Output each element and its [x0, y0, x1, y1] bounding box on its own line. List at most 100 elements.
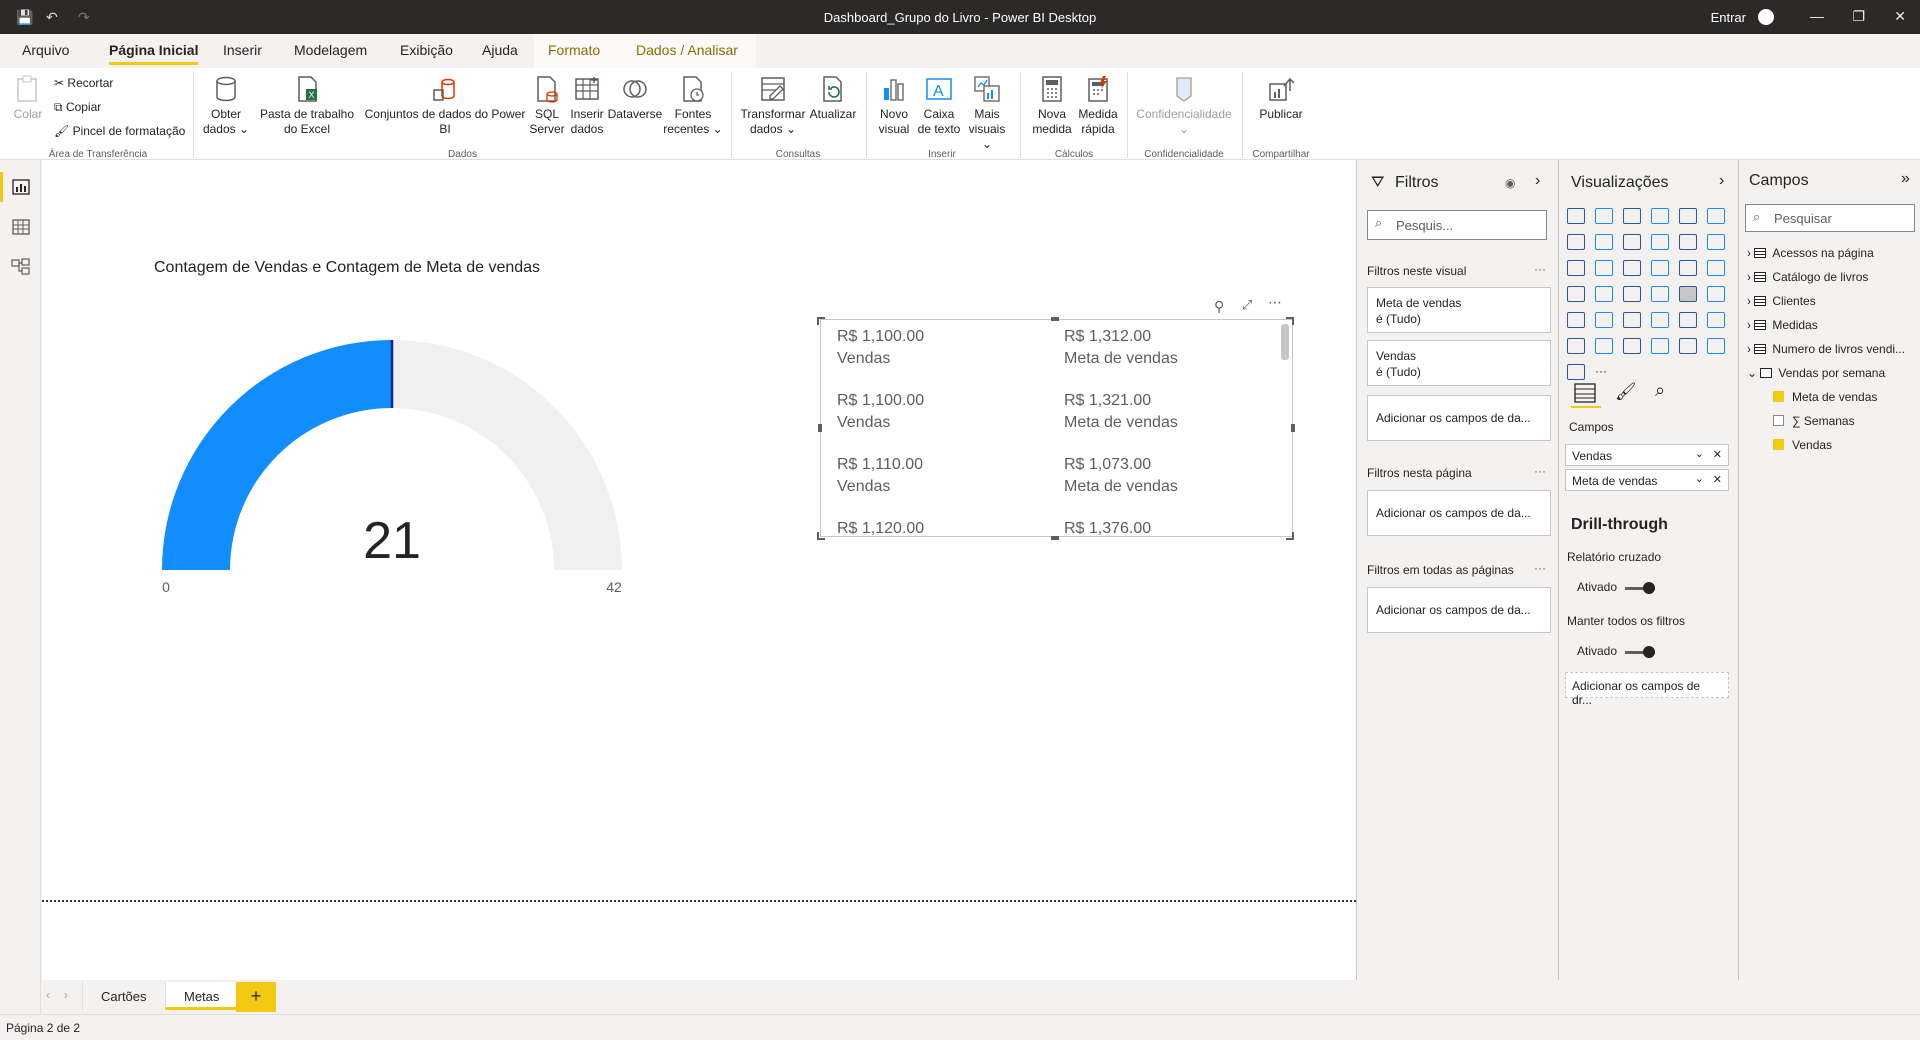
paint-roller-icon[interactable]: 🖌 — [1615, 382, 1637, 402]
line-chart-icon[interactable] — [1567, 234, 1585, 250]
resize-handle[interactable] — [1051, 317, 1059, 321]
tab-inserir[interactable]: Inserir — [223, 42, 262, 58]
line-column-icon[interactable] — [1651, 234, 1669, 250]
tab-arquivo[interactable]: Arquivo — [22, 42, 69, 58]
table-icon[interactable] — [1595, 312, 1613, 328]
transform-data-button[interactable]: Transformar dados ⌄ — [738, 74, 808, 137]
new-measure-button[interactable]: Nova medida — [1028, 74, 1076, 137]
filter-icon[interactable]: ⚲ — [1214, 298, 1224, 315]
field-meta-de-vendas[interactable]: Meta de vendas — [1773, 390, 1920, 404]
table-catalogo-de-livros[interactable]: › Catálogo de livros — [1747, 270, 1919, 284]
collapse-icon[interactable]: » — [1901, 170, 1910, 188]
decomposition-tree-icon[interactable] — [1567, 338, 1585, 354]
eye-icon[interactable]: ◉ — [1505, 176, 1515, 190]
more-options-icon[interactable]: ··· — [1534, 262, 1546, 276]
tab-dados-analisar[interactable]: Dados / Analisar — [636, 42, 738, 58]
resize-handle[interactable] — [817, 532, 825, 540]
100-bar-icon[interactable] — [1679, 208, 1697, 224]
resize-handle[interactable] — [818, 424, 822, 432]
stacked-bar-icon[interactable] — [1567, 208, 1585, 224]
card-icon[interactable] — [1651, 286, 1669, 302]
collapse-icon[interactable]: › — [1535, 172, 1540, 190]
avatar[interactable] — [1758, 9, 1774, 25]
checkbox[interactable] — [1773, 415, 1784, 426]
fields-well-icon[interactable] — [1573, 382, 1597, 404]
sql-server-button[interactable]: SQL Server — [527, 74, 567, 137]
data-view-icon[interactable] — [11, 218, 31, 236]
sensitivity-button[interactable]: Confidencialidade ⌄ — [1134, 74, 1234, 137]
ribbon-chart-icon[interactable] — [1707, 234, 1725, 250]
map-icon[interactable] — [1567, 286, 1585, 302]
power-automate-icon[interactable] — [1707, 338, 1725, 354]
report-canvas[interactable]: Contagem de Vendas e Contagem de Meta de… — [42, 160, 1356, 980]
focus-mode-icon[interactable]: ⤢ — [1242, 297, 1252, 313]
clustered-column-icon[interactable] — [1651, 208, 1669, 224]
stacked-area-icon[interactable] — [1623, 234, 1641, 250]
area-chart-icon[interactable] — [1595, 234, 1613, 250]
chevron-down-icon[interactable]: ⌄ — [1695, 447, 1704, 460]
r-visual-icon[interactable] — [1651, 312, 1669, 328]
tab-exibicao[interactable]: Exibição — [400, 42, 453, 58]
table-medidas[interactable]: › Medidas — [1747, 318, 1919, 332]
text-box-button[interactable]: A Caixa de texto — [916, 74, 962, 137]
stacked-column-icon[interactable] — [1595, 208, 1613, 224]
table-vendas-por-semana[interactable]: ⌄ Vendas por semana — [1747, 366, 1919, 380]
copy-button[interactable]: ⧉ Copiar — [54, 100, 101, 115]
power-apps-icon[interactable] — [1679, 338, 1697, 354]
field-vendas[interactable]: Vendas — [1773, 438, 1920, 452]
cut-button[interactable]: ✂ Recortar — [54, 76, 113, 90]
page-tab-metas[interactable]: Metas — [165, 982, 239, 1010]
dataverse-button[interactable]: Dataverse — [607, 74, 663, 122]
refresh-button[interactable]: Atualizar — [808, 74, 858, 122]
checkbox[interactable] — [1773, 439, 1784, 450]
multi-row-card-icon[interactable] — [1679, 286, 1697, 302]
quick-measure-button[interactable]: Medida rápida — [1076, 74, 1120, 137]
prev-page-icon[interactable]: ‹ — [46, 988, 50, 1002]
fields-search-input[interactable]: Pesquisar — [1745, 204, 1915, 232]
excel-button[interactable]: X Pasta de trabalho do Excel — [252, 74, 362, 137]
keep-filters-toggle[interactable] — [1625, 646, 1655, 658]
enter-data-button[interactable]: Inserir dados — [567, 74, 607, 137]
filter-card-meta-de-vendas[interactable]: Meta de vendas é (Tudo) — [1367, 287, 1551, 333]
treemap-icon[interactable] — [1707, 260, 1725, 276]
collapse-icon[interactable]: › — [1719, 172, 1724, 190]
table-clientes[interactable]: › Clientes — [1747, 294, 1919, 308]
more-options-icon[interactable]: ··· — [1534, 561, 1546, 575]
more-options-icon[interactable]: ⋯ — [1268, 294, 1282, 311]
table-acessos-na-pagina[interactable]: › Acessos na página — [1747, 246, 1919, 260]
publish-button[interactable]: Publicar — [1250, 74, 1312, 122]
filled-map-icon[interactable] — [1595, 286, 1613, 302]
add-page-button[interactable]: + — [236, 982, 276, 1012]
slicer-icon[interactable] — [1567, 312, 1585, 328]
pie-icon[interactable] — [1651, 260, 1669, 276]
model-view-icon[interactable] — [11, 258, 31, 276]
more-options-icon[interactable]: ··· — [1534, 464, 1546, 478]
report-view-icon[interactable] — [11, 178, 31, 196]
matrix-icon[interactable] — [1623, 312, 1641, 328]
field-well-meta-de-vendas[interactable]: Meta de vendas ⌄ ✕ — [1565, 469, 1729, 491]
key-influencers-icon[interactable] — [1707, 312, 1725, 328]
restore-icon[interactable]: ❐ — [1852, 8, 1865, 25]
close-icon[interactable]: ✕ — [1894, 8, 1906, 25]
add-visual-filter-field[interactable]: Adicionar os campos de da... — [1367, 395, 1551, 441]
tab-ajuda[interactable]: Ajuda — [482, 42, 518, 58]
gauge-icon[interactable] — [1623, 286, 1641, 302]
minimize-icon[interactable]: — — [1810, 8, 1824, 24]
resize-handle[interactable] — [1051, 536, 1059, 540]
donut-icon[interactable] — [1679, 260, 1697, 276]
multi-row-card[interactable]: R$ 1,100.00 Vendas R$ 1,312.00 Meta de v… — [820, 319, 1293, 537]
checkbox[interactable] — [1773, 391, 1784, 402]
filter-card-vendas[interactable]: Vendas é (Tudo) — [1367, 340, 1551, 386]
resize-handle[interactable] — [1286, 532, 1294, 540]
format-painter-button[interactable]: 🖌 Pincel de formatação — [54, 124, 185, 138]
more-visuals-icon[interactable]: ··· — [1595, 364, 1613, 380]
new-visual-button[interactable]: Novo visual — [872, 74, 916, 137]
page-tab-cartoes[interactable]: Cartões — [82, 982, 166, 1010]
sign-in-link[interactable]: Entrar — [1711, 10, 1746, 25]
field-semanas[interactable]: ∑ Semanas — [1773, 414, 1920, 428]
more-visuals-button[interactable]: Mais visuais ⌄ — [962, 74, 1012, 152]
paginated-icon[interactable] — [1623, 338, 1641, 354]
tab-formato[interactable]: Formato — [548, 42, 600, 58]
add-report-filter-field[interactable]: Adicionar os campos de da... — [1367, 587, 1551, 633]
cross-report-toggle[interactable] — [1625, 582, 1655, 594]
